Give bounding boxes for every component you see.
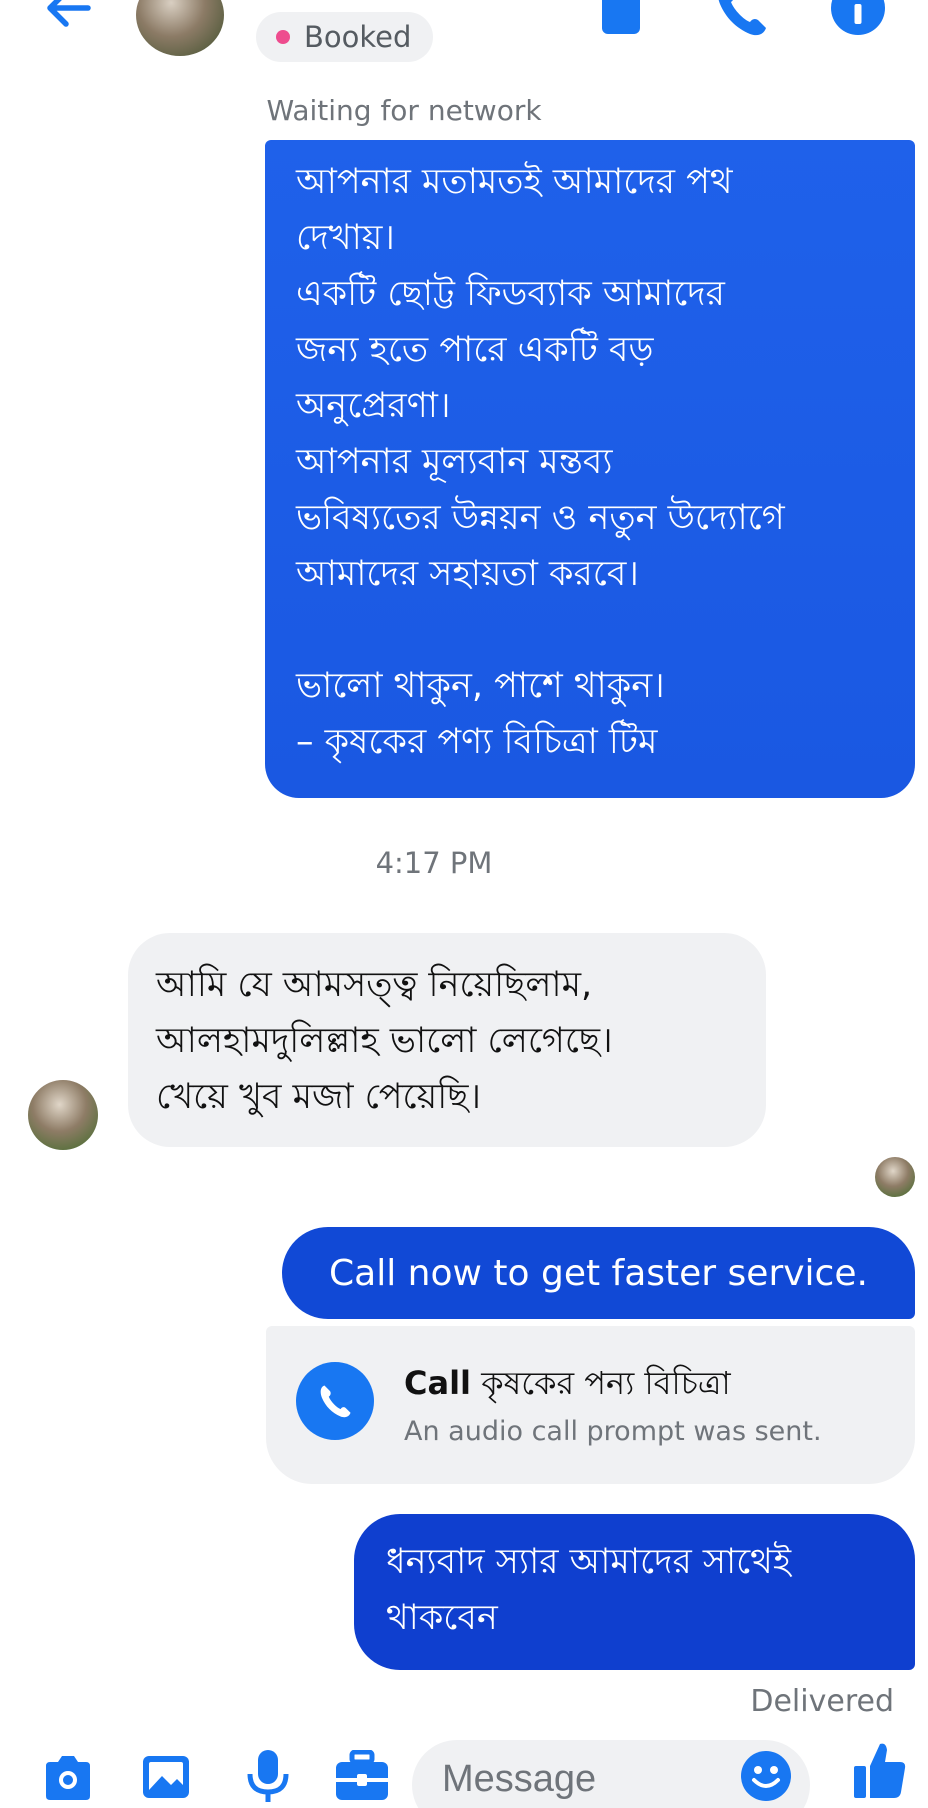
booked-status-badge[interactable]: Booked [256, 12, 434, 62]
business-tools-button[interactable] [334, 1749, 390, 1806]
message-text: ধন্যবাদ স্যার আমাদের সাথেই থাকবেন [386, 1542, 792, 1638]
calendar-button[interactable] [600, 0, 642, 40]
emoji-button[interactable] [740, 1750, 792, 1806]
thumbs-up-icon [854, 1743, 906, 1798]
status-dot [276, 30, 290, 44]
briefcase-icon [336, 1749, 388, 1800]
audio-call-button[interactable] [712, 0, 770, 42]
message-text: আমি যে আমসত্ত্ব নিয়েছিলাম, আলহামদুলিল্ল… [156, 965, 613, 1117]
phone-icon [718, 0, 766, 36]
outgoing-message-feedback[interactable]: আপনার মতামতই আমাদের পথ দেখায়। একটি ছোট্… [265, 140, 915, 798]
image-icon [143, 1756, 189, 1798]
chat-header: Booked [0, 0, 928, 90]
gallery-button[interactable] [140, 1750, 192, 1806]
seen-receipt-avatar [875, 1157, 915, 1197]
call-button[interactable] [296, 1362, 374, 1440]
info-button[interactable] [830, 0, 886, 40]
network-status: Waiting for network [266, 94, 542, 127]
voice-message-button[interactable] [246, 1750, 290, 1808]
call-prompt-name: কৃষকের পন্য বিচিত্রা [481, 1364, 731, 1402]
incoming-message[interactable]: আমি যে আমসত্ত্ব নিয়েছিলাম, আলহামদুলিল্ল… [128, 933, 766, 1147]
delivery-status: Delivered [750, 1684, 894, 1719]
camera-button[interactable] [42, 1750, 94, 1806]
messenger-chat-screen: Booked Waiting for network আপনার মতামতই … [0, 0, 928, 1808]
back-arrow-icon [47, 0, 91, 27]
message-text: আপনার মতামতই আমাদের পথ দেখায়। একটি ছোট্… [296, 162, 785, 762]
microphone-icon [247, 1750, 289, 1802]
info-icon [831, 0, 885, 35]
message-composer [0, 1718, 928, 1808]
call-prompt-card[interactable]: Call কৃষকের পন্য বিচিত্রা An audio call … [266, 1326, 915, 1484]
back-button[interactable] [38, 0, 98, 38]
emoji-icon [741, 1751, 791, 1801]
phone-icon [320, 1385, 351, 1418]
calendar-icon [602, 0, 640, 34]
outgoing-message-call-now[interactable]: Call now to get faster service. [282, 1227, 915, 1319]
contact-avatar[interactable] [136, 0, 224, 56]
message-timestamp: 4:17 PM [375, 846, 493, 880]
sender-avatar[interactable] [28, 1080, 98, 1150]
call-prompt-title: Call কৃষকের পন্য বিচিত্রা [404, 1358, 731, 1412]
outgoing-message-thanks[interactable]: ধন্যবাদ স্যার আমাদের সাথেই থাকবেন [354, 1514, 915, 1670]
message-text: Call now to get faster service. [329, 1252, 868, 1294]
call-prompt-prefix: Call [404, 1364, 472, 1402]
like-button[interactable] [852, 1740, 908, 1806]
call-prompt-subtitle: An audio call prompt was sent. [404, 1416, 822, 1447]
status-badge-label: Booked [304, 20, 412, 54]
camera-icon [46, 1756, 90, 1800]
